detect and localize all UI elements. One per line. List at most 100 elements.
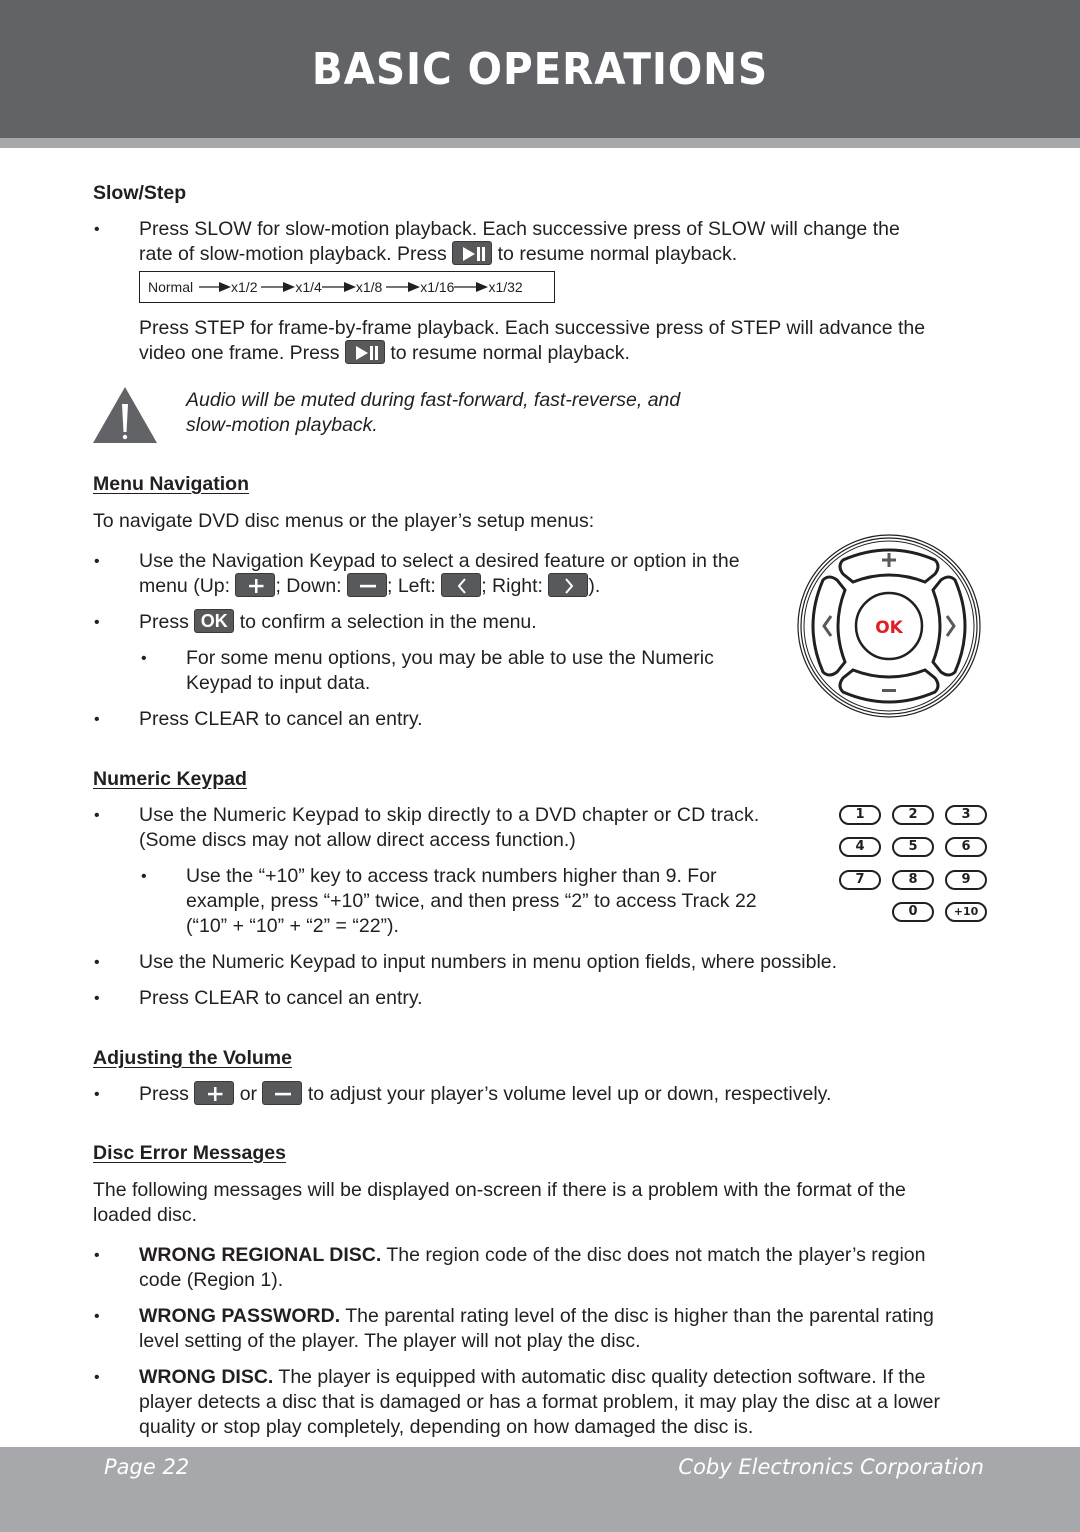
header-strip	[0, 138, 1080, 148]
page-number: Page 22	[104, 1455, 190, 1479]
numeric-sub-line1: Use the “+10” key to access track number…	[186, 865, 717, 887]
numeric-sub-line2: example, press “+10” twice, and then pre…	[186, 890, 757, 912]
menu-sub-line1: For some menu options, you may be able t…	[186, 647, 714, 669]
chevron-right-button-icon	[548, 572, 589, 597]
warning-line1: Audio will be muted during fast-forward,…	[186, 389, 681, 411]
speed-x1-8: x1/8	[355, 279, 383, 295]
bullet: •	[94, 1308, 100, 1325]
label-press: Press	[139, 611, 189, 633]
numkey-plus10: +10	[945, 902, 987, 922]
label-down: ; Down:	[275, 575, 342, 597]
numeric-b1-line1: Use the Numeric Keypad to skip directly …	[139, 804, 760, 826]
error-item-1-line2: code (Region 1).	[139, 1269, 284, 1291]
error-desc: The region code of the disc does not mat…	[381, 1244, 926, 1266]
company-name: Coby Electronics Corporation	[678, 1455, 984, 1479]
speed-x1-16: x1/16	[420, 279, 455, 295]
slow-text-pre: rate of slow-motion playback. Press	[139, 243, 447, 265]
section-heading-volume: Adjusting the Volume	[93, 1047, 292, 1069]
numkey-6: 6	[945, 837, 987, 857]
bullet: •	[94, 711, 100, 728]
page-title: BASIC OPERATIONS	[311, 44, 769, 95]
error-desc: The player is equipped with automatic di…	[273, 1366, 926, 1388]
section-heading-slow-step: Slow/Step	[93, 182, 187, 204]
bullet: •	[141, 650, 147, 667]
minus-icon	[882, 689, 896, 692]
warning-icon	[93, 387, 157, 443]
speed-x1-2: x1/2	[231, 279, 258, 295]
error-title: WRONG REGIONAL DISC.	[139, 1244, 382, 1266]
menu-sub-line2: Keypad to input data.	[186, 672, 371, 694]
volume-minus-button-icon	[262, 1080, 303, 1105]
chevron-left-icon	[822, 615, 833, 637]
volume-plus-button-icon	[194, 1080, 235, 1105]
bullet: •	[94, 221, 100, 238]
numkey-7: 7	[839, 870, 881, 890]
label-right: ; Right:	[481, 575, 543, 597]
numkey-5: 5	[892, 837, 934, 857]
numkey-2: 2	[892, 805, 934, 825]
speed-x1-4: x1/4	[295, 279, 322, 295]
menu-b1-line1: Use the Navigation Keypad to select a de…	[139, 550, 740, 572]
plus-icon	[882, 553, 896, 567]
bullet: •	[94, 553, 100, 570]
play-pause-button-icon	[344, 339, 385, 364]
numkey-4: 4	[839, 837, 881, 857]
speed-normal: Normal	[148, 279, 194, 295]
numkey-3: 3	[945, 805, 987, 825]
error-item-3-line1: WRONG DISC. The player is equipped with …	[139, 1365, 926, 1390]
nav-left-key	[811, 575, 847, 677]
arrow-right-icon	[199, 282, 232, 293]
error-title: WRONG DISC.	[139, 1366, 274, 1388]
arrow-right-icon	[454, 282, 489, 293]
label-confirm: to confirm a selection in the menu.	[239, 611, 537, 633]
error-title: WRONG PASSWORD.	[139, 1305, 341, 1327]
menu-intro: To navigate DVD disc menus or the player…	[93, 510, 595, 532]
error-item-2-line2: level setting of the player. The player …	[139, 1330, 641, 1352]
volume-text: Press or to adjust your player’s volume …	[139, 1080, 832, 1107]
step-text-post: to resume normal playback.	[390, 342, 630, 364]
label-or: or	[239, 1083, 258, 1105]
numeric-sub-line3: (“10” + “10” + “2” = “22”).	[186, 915, 399, 937]
speed-sequence-box: Normal x1/2 x1/4 x1/8 x1/16 x1/32	[139, 271, 555, 303]
errors-intro-line2: loaded disc.	[93, 1204, 198, 1226]
warning-line2: slow-motion playback.	[186, 414, 378, 436]
bullet: •	[94, 807, 100, 824]
play-pause-button-icon	[452, 240, 493, 265]
error-item-1-line1: WRONG REGIONAL DISC. The region code of …	[139, 1243, 925, 1268]
ok-button-icon: OK	[194, 608, 235, 633]
chevron-right-icon	[945, 615, 956, 637]
navigation-keypad-illustration: OK	[797, 534, 981, 718]
speed-x1-32: x1/32	[488, 279, 523, 295]
menu-b2: Press OK to confirm a selection in the m…	[139, 608, 537, 635]
section-heading-menu-navigation: Menu Navigation	[93, 473, 250, 495]
numkey-8: 8	[892, 870, 934, 890]
label-up: menu (Up:	[139, 575, 231, 597]
arrow-right-icon	[261, 282, 296, 293]
menu-b3: Press CLEAR to cancel an entry.	[139, 708, 423, 730]
step-text-line1: Press STEP for frame-by-frame playback. …	[139, 317, 926, 339]
menu-b1-line2: menu (Up: ; Down: ; Left: ; Right: ).	[139, 572, 600, 599]
bullet: •	[94, 1086, 100, 1103]
error-item-3-line2: player detects a disc that is damaged or…	[139, 1391, 940, 1413]
numkey-1: 1	[839, 805, 881, 825]
slow-text-line1: Press SLOW for slow-motion playback. Eac…	[139, 218, 900, 240]
section-heading-numeric-keypad: Numeric Keypad	[93, 768, 247, 790]
chevron-left-button-icon	[441, 572, 482, 597]
section-heading-disc-errors: Disc Error Messages	[93, 1142, 286, 1164]
step-text-line2: video one frame. Press to resume normal …	[139, 339, 630, 366]
label-adjust: to adjust your player’s volume level up …	[307, 1083, 832, 1105]
error-item-3-line3: quality or stop play completely, dependi…	[139, 1416, 754, 1438]
plus-button-icon	[235, 572, 276, 597]
numeric-b2: Use the Numeric Keypad to input numbers …	[139, 951, 838, 973]
numkey-9: 9	[945, 870, 987, 890]
bullet: •	[94, 614, 100, 631]
error-item-2-line1: WRONG PASSWORD. The parental rating leve…	[139, 1304, 934, 1329]
ok-label: OK	[875, 618, 903, 638]
error-desc: The parental rating level of the disc is…	[340, 1305, 934, 1327]
slow-text-post: to resume normal playback.	[497, 243, 738, 265]
bullet: •	[94, 1369, 100, 1386]
nav-right-key	[931, 575, 967, 677]
bullet: •	[94, 990, 100, 1007]
slow-text-line2: rate of slow-motion playback. Press to r…	[139, 240, 738, 267]
numkey-0: 0	[892, 902, 934, 922]
